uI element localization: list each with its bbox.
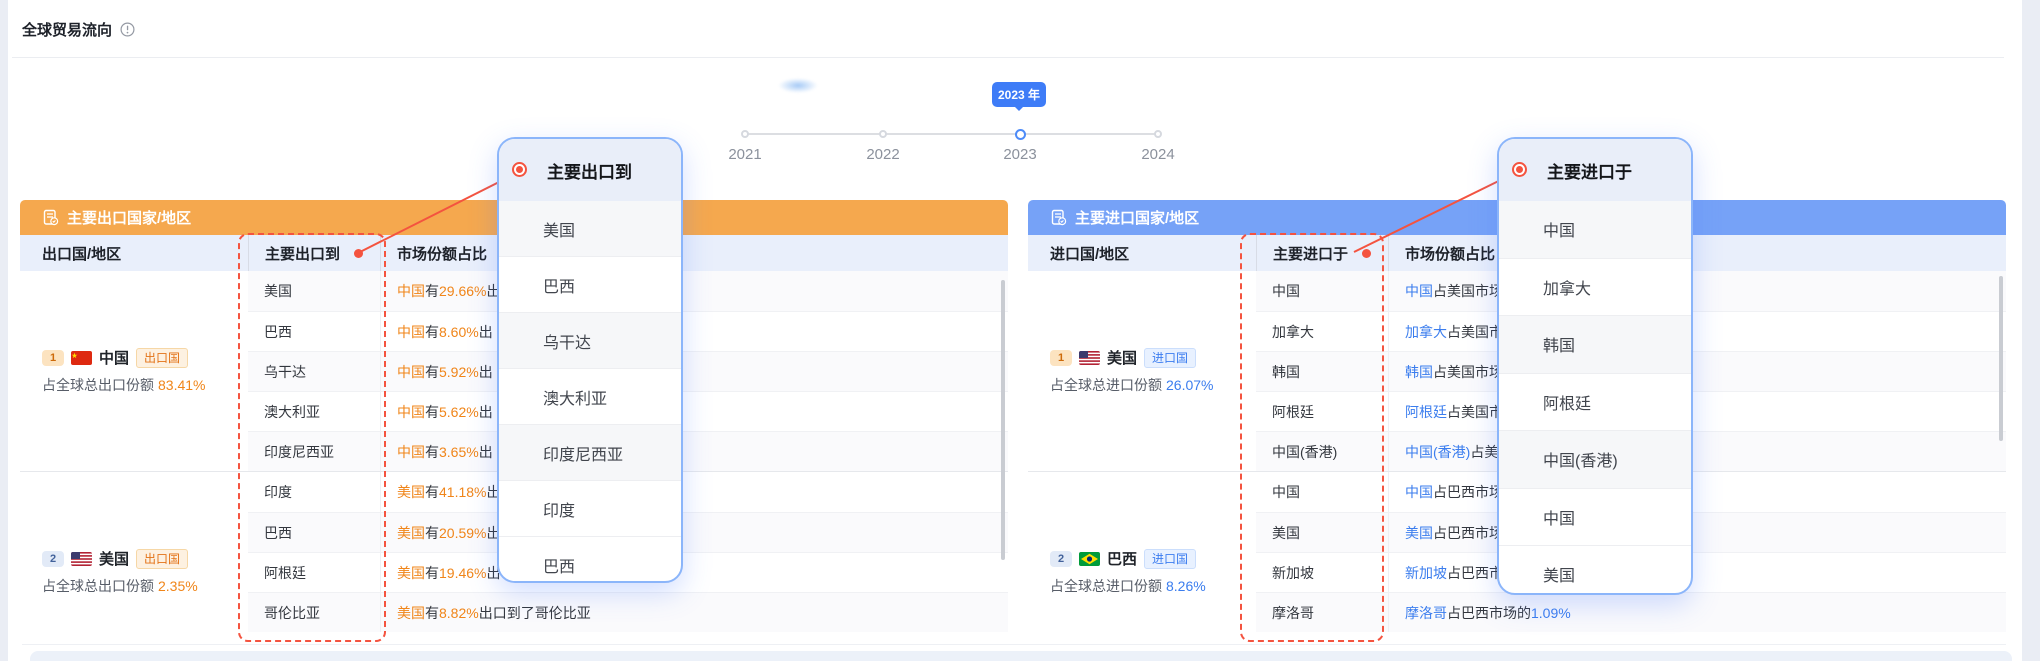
exporter-cell: 1 中国 出口国 占全球总出口份额83.41% [20, 271, 248, 471]
popup-item: 加拿大 [1499, 258, 1691, 316]
import-table-title: 主要进口国家/地区 [1075, 207, 1199, 228]
global-share-line: 占全球总进口份额26.07% [1050, 375, 1256, 395]
popup-item: 巴西 [499, 256, 681, 312]
exporter-cell: 2 美国 出口国 占全球总出口份额2.35% [20, 472, 248, 643]
country-name: 美国 [99, 548, 129, 569]
import-table-scrollbar[interactable] [1999, 276, 2003, 441]
col-header-import-from: 主要进口于 [1256, 235, 1388, 271]
export-table-scrollbar[interactable] [1001, 280, 1005, 560]
popup-item: 美国 [1499, 545, 1691, 595]
col-header-exporter: 出口国/地区 [20, 235, 248, 271]
popup-item: 中国(香港) [1499, 430, 1691, 488]
page-header: 全球贸易流向 [22, 14, 135, 44]
country-name: 巴西 [1107, 548, 1137, 569]
rank-badge: 1 [1050, 350, 1072, 366]
country-name: 美国 [1107, 347, 1137, 368]
importer-tag: 进口国 [1144, 549, 1196, 569]
exporter-tag: 出口国 [136, 348, 188, 368]
col-header-market-share: 市场份额占比 [380, 235, 1008, 271]
col-header-export-to: 主要出口到 [248, 235, 380, 271]
timeline-label-2023: 2023 [990, 146, 1050, 163]
timeline-label-2022: 2022 [853, 146, 913, 163]
popup-item: 澳大利亚 [499, 368, 681, 424]
flag-china [71, 351, 92, 365]
share-value: 2.35% [158, 578, 198, 594]
table-row: 哥伦比亚 美国有 8.82% 出口到了哥伦比亚 [248, 592, 1008, 632]
country-name: 中国 [99, 347, 129, 368]
popup-item: 中国 [1499, 201, 1691, 258]
popup-item: 中国 [1499, 488, 1691, 546]
table-row: 摩洛哥 摩洛哥占巴西市场的 1.09% [1256, 592, 2006, 632]
global-share-line: 占全球总出口份额2.35% [42, 576, 248, 596]
annotation-dot [354, 249, 363, 258]
timeline-tooltip: 2023 年 [992, 82, 1046, 107]
rank-badge: 1 [42, 350, 64, 366]
info-icon[interactable] [120, 22, 135, 37]
table-list-icon [1050, 209, 1067, 226]
popup-item: 乌干达 [499, 312, 681, 368]
importer-cell: 1 美国 进口国 占全球总进口份额26.07% [1028, 271, 1256, 471]
popup-item: 巴西 [499, 536, 681, 583]
flag-usa [71, 552, 92, 566]
global-share-line: 占全球总进口份额8.26% [1050, 576, 1256, 596]
timeline-track[interactable] [745, 133, 1158, 135]
page-title: 全球贸易流向 [22, 19, 112, 40]
importer-cell: 2 巴西 进口国 占全球总进口份额8.26% [1028, 472, 1256, 643]
rank-badge: 2 [1050, 551, 1072, 567]
annotation-dot [1362, 249, 1371, 258]
share-value: 8.26% [1166, 578, 1206, 594]
exporter-tag: 出口国 [136, 549, 188, 569]
popup-item: 印度尼西亚 [499, 424, 681, 480]
next-section-strip [30, 651, 2012, 661]
popup-item: 阿根廷 [1499, 373, 1691, 431]
import-column-popup: 主要进口于 中国 加拿大 韩国 阿根廷 中国(香港) 中国 美国 [1497, 137, 1693, 595]
popup-item: 印度 [499, 480, 681, 536]
import-popup-target-marker [1512, 162, 1527, 177]
export-column-popup: 主要出口到 美国 巴西 乌干达 澳大利亚 印度尼西亚 印度 巴西 [497, 137, 683, 583]
global-share-line: 占全球总出口份额83.41% [42, 375, 248, 395]
col-header-market-share: 市场份额占比 [1388, 235, 2006, 271]
timeline-dot-2021[interactable] [741, 130, 749, 138]
popup-item: 美国 [499, 201, 681, 256]
flag-brazil [1079, 552, 1100, 566]
popup-item: 韩国 [1499, 315, 1691, 373]
timeline-dot-2024[interactable] [1154, 130, 1162, 138]
share-value: 83.41% [158, 377, 205, 393]
export-popup-target-marker [512, 162, 527, 177]
card-bottom-edge [22, 644, 2006, 645]
flag-usa [1079, 351, 1100, 365]
decoration-smudge [778, 78, 818, 93]
rank-badge: 2 [42, 551, 64, 567]
timeline-label-2021: 2021 [715, 146, 775, 163]
timeline-label-2024: 2024 [1128, 146, 1188, 163]
table-list-icon [42, 209, 59, 226]
import-popup-title: 主要进口于 [1499, 139, 1691, 201]
timeline-dot-2022[interactable] [879, 130, 887, 138]
timeline-dot-2023-handle[interactable] [1015, 129, 1026, 140]
importer-tag: 进口国 [1144, 348, 1196, 368]
export-table-title: 主要出口国家/地区 [67, 207, 191, 228]
col-header-importer: 进口国/地区 [1028, 235, 1256, 271]
share-value: 26.07% [1166, 377, 1213, 393]
